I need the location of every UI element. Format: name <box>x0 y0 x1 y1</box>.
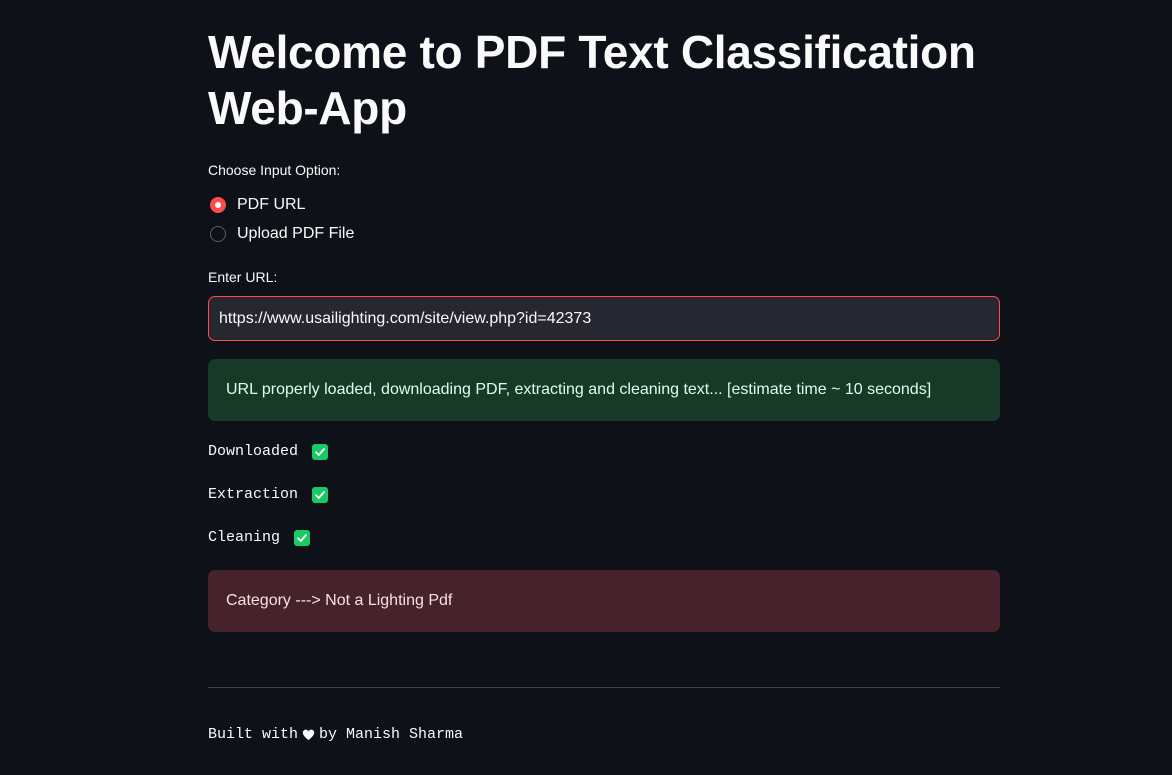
result-alert: Category ---> Not a Lighting Pdf <box>208 570 1000 632</box>
heart-icon <box>302 729 315 741</box>
url-field-label: Enter URL: <box>208 269 278 285</box>
status-label: Cleaning <box>208 529 281 546</box>
url-input[interactable] <box>208 296 1000 341</box>
footer: Built with by Manish Sharma <box>208 726 463 743</box>
radio-option-pdf-url[interactable]: PDF URL <box>208 190 354 219</box>
radio-option-upload-pdf[interactable]: Upload PDF File <box>208 219 354 248</box>
check-icon <box>312 443 329 460</box>
success-alert-text: URL properly loaded, downloading PDF, ex… <box>226 381 932 398</box>
status-label: Downloaded <box>208 443 299 460</box>
success-alert: URL properly loaded, downloading PDF, ex… <box>208 359 1000 421</box>
check-icon <box>294 529 311 546</box>
footer-prefix: Built with <box>208 726 299 743</box>
page-title: Welcome to PDF Text Classification Web-A… <box>208 26 976 134</box>
radio-selected-icon[interactable] <box>210 196 226 213</box>
input-option-label: Choose Input Option: <box>208 162 341 178</box>
status-label: Extraction <box>208 486 299 503</box>
check-icon <box>312 486 329 503</box>
status-extraction: Extraction <box>208 486 329 503</box>
status-cleaning: Cleaning <box>208 529 311 546</box>
result-alert-text: Category ---> Not a Lighting Pdf <box>226 592 453 609</box>
radio-option-label: Upload PDF File <box>237 224 355 242</box>
status-downloaded: Downloaded <box>208 443 329 460</box>
footer-divider <box>208 687 1000 688</box>
radio-unselected-icon[interactable] <box>210 225 226 242</box>
radio-option-label: PDF URL <box>237 195 306 213</box>
input-option-radio-group: PDF URL Upload PDF File <box>208 190 354 248</box>
footer-suffix: by Manish Sharma <box>319 726 464 743</box>
